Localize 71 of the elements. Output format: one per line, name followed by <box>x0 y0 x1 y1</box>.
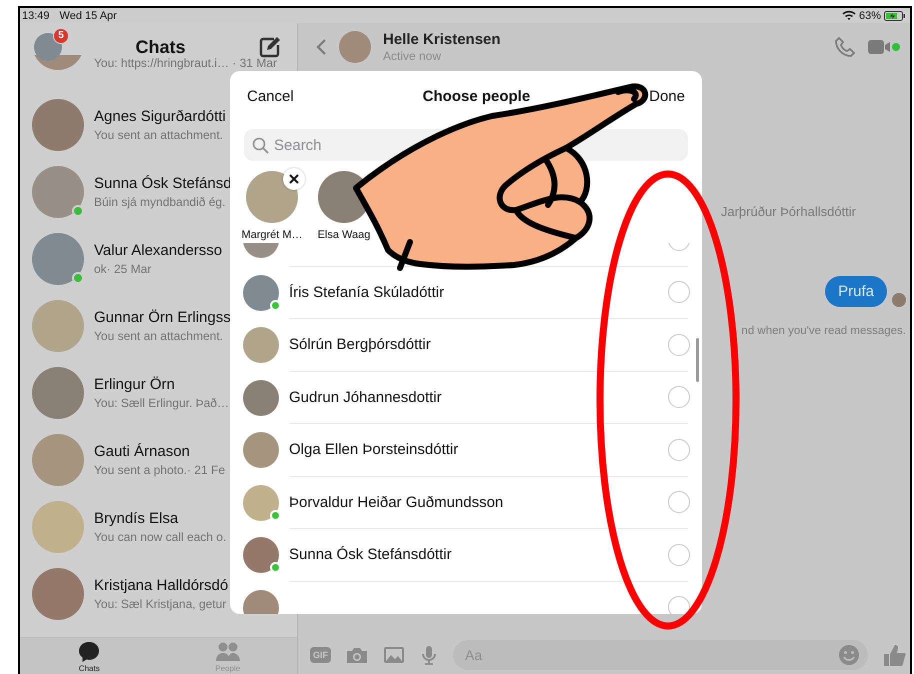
date-text: Wed 15 Apr <box>60 10 117 22</box>
chat-preview: You sent an attachment. <box>94 128 224 142</box>
chat-name[interactable]: Gauti Árnason <box>94 442 225 460</box>
chosen-person-name: Elsa Waag <box>318 229 370 241</box>
battery-icon <box>884 10 906 20</box>
chat-preview: You: Sæl Kristjana, getur <box>94 596 228 610</box>
person-name[interactable]: Íris Stefanía Skúladóttir <box>289 284 668 301</box>
select-radio[interactable] <box>668 281 690 304</box>
remove-button[interactable] <box>283 168 305 190</box>
image-icon <box>383 645 405 665</box>
chat-name[interactable]: Valur Alexandersso <box>94 242 222 258</box>
done-button[interactable]: Done <box>649 88 685 104</box>
select-radio[interactable] <box>668 491 690 514</box>
chat-preview: ok· 25 Mar <box>94 262 152 276</box>
contact-photo <box>339 31 371 63</box>
avatar-photo <box>32 166 84 218</box>
chat-preview: You can now call each o. <box>94 530 226 544</box>
message-bubble: Prufa <box>825 276 887 307</box>
clock-time: 13:49 <box>22 10 50 22</box>
chat-name[interactable]: Kristjana Halldórsdó <box>94 576 228 594</box>
person-name[interactable]: Sunna Ósk Stefánsdóttir <box>289 546 668 564</box>
person-name[interactable]: Þorvaldur Heiðar Guðmundsson <box>289 494 668 511</box>
select-radio[interactable] <box>668 386 690 408</box>
chat-name[interactable]: Sunna Ósk Stefánsd <box>94 174 232 192</box>
person-photo <box>243 537 279 574</box>
people-icon <box>216 641 240 663</box>
chat-preview: You: Sæll Erlingur. Það… <box>94 396 229 410</box>
camera-icon <box>346 645 368 665</box>
contact-status: Active now <box>383 49 442 63</box>
chat-preview: You: https://hringbraut.i… · 31 Mar <box>94 56 277 70</box>
scrollbar[interactable] <box>696 338 699 382</box>
thumbs-up-icon <box>883 644 906 666</box>
video-camera-icon <box>868 38 890 56</box>
contact-name: Helle Kristensen <box>383 31 502 48</box>
chat-name[interactable]: Agnes Sigurðardótti <box>94 108 226 124</box>
seen-by-text: Jarþrúður Þórhallsdóttir <box>720 204 856 219</box>
chat-name[interactable]: Bryndís Elsa <box>94 510 226 526</box>
smiley-icon <box>838 644 860 666</box>
info-text: nd when you've read messages. <box>741 325 906 337</box>
chat-name[interactable]: Gunnar Örn Erlingss <box>94 308 231 326</box>
wifi-icon <box>842 10 856 21</box>
chat-bubble-icon <box>78 641 100 663</box>
chat-name[interactable]: Erlingur Örn <box>94 376 229 392</box>
back-icon <box>316 39 327 55</box>
close-icon <box>289 174 299 184</box>
select-radio[interactable] <box>668 438 690 461</box>
avatar-photo <box>32 232 84 284</box>
select-radio[interactable] <box>668 544 690 566</box>
cancel-button[interactable]: Cancel <box>247 88 294 104</box>
sender-photo <box>892 293 906 307</box>
panel-title: Chats <box>134 36 186 58</box>
chat-preview: You sent an attachment. <box>94 328 224 342</box>
tab-button[interactable]: Chats <box>20 638 158 674</box>
chosen-person-photo <box>246 171 298 223</box>
person-name[interactable]: Gudrun Jóhannesdottir <box>289 388 668 406</box>
notification-badge: 5 <box>53 28 69 44</box>
person-photo <box>243 274 279 311</box>
person-name[interactable]: Sólrún Bergþórsdóttir <box>289 336 668 354</box>
select-radio[interactable] <box>668 596 690 614</box>
person-name[interactable]: Olga Ellen Þorsteinsdóttir <box>289 441 668 458</box>
compose-icon <box>259 36 281 58</box>
microphone-icon <box>420 645 438 665</box>
dialog-title: Choose people <box>422 88 530 104</box>
battery-percent: 63% <box>858 10 881 22</box>
chat-preview: Búin sjá myndbandið ég. <box>94 194 226 208</box>
select-radio[interactable] <box>668 334 690 356</box>
phone-icon <box>835 36 856 58</box>
search-icon <box>252 136 269 154</box>
person-photo <box>243 484 279 521</box>
chat-preview: You sent a photo.· 21 Fe <box>94 462 225 476</box>
chosen-person-name: Margrét M… <box>241 229 303 241</box>
